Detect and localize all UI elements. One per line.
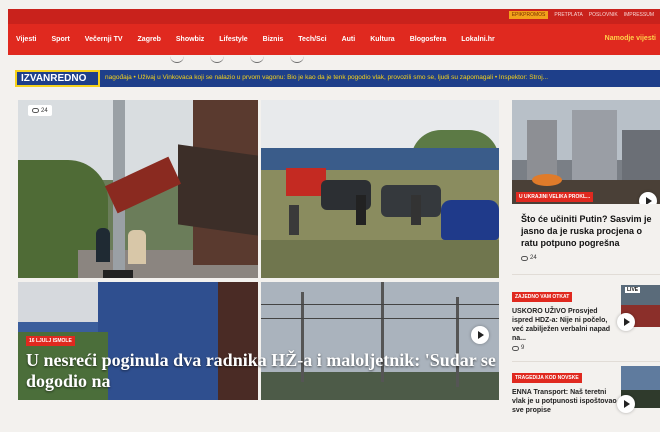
photo-ukraine-city[interactable]: U UKRAJINI VELIKA PROKL... [512,100,660,204]
nav-item-biznis[interactable]: Biznis [263,36,284,43]
comment-count-value: 24 [530,255,537,261]
divider [512,361,660,362]
sidebar-comment-count[interactable]: 24 [521,255,537,261]
comment-count-value: 9 [521,345,525,351]
nav-item-showbiz[interactable]: Showbiz [176,36,204,43]
video-play-button[interactable] [471,326,489,344]
nav-item-tech-sci[interactable]: Tech/Sci [298,36,326,43]
top-utility-bar: EPIKPROMOS PRETPLATA POSLOVNIK IMPRESSUM [8,9,660,24]
breaking-ticker[interactable]: nagođaja • Uživaj u Vinkovaca koji se na… [105,74,548,81]
decor-arc [290,55,304,63]
nav-cta[interactable]: Namodje vijesti [605,35,656,42]
decor-arc [170,55,184,63]
nav-item-blogosfera[interactable]: Blogosfera [410,36,447,43]
comment-count[interactable]: 24 [28,105,52,116]
sidebar-story[interactable]: TRAGEDIJA KOD NOVSKE ENNA Transport: Naš… [512,366,617,415]
top-link-business[interactable]: POSLOVNIK [589,12,618,18]
video-play-button[interactable] [639,192,657,204]
video-play-button[interactable] [617,395,635,413]
top-link-promo[interactable]: EPIKPROMOS [508,11,549,19]
nav-item-sport[interactable]: Sport [52,36,70,43]
main-nav: Vijesti Sport Večernji TV Zagreb Showbiz… [8,24,660,55]
nav-item-auti[interactable]: Auti [342,36,356,43]
lead-tag: 16 LJULJ ISMOLE [26,336,75,346]
divider [512,274,660,275]
comment-bubble-icon [32,108,39,113]
comment-bubble-icon [512,345,519,351]
decor-arc [250,55,264,63]
nav-item-zagreb[interactable]: Zagreb [138,36,161,43]
nav-item-vecernji-tv[interactable]: Večernji TV [85,36,123,43]
nav-item-lifestyle[interactable]: Lifestyle [219,36,247,43]
lead-headline[interactable]: U nesreći poginula dva radnika HŽ-a i ma… [26,350,496,392]
photo-crash-site[interactable] [261,100,499,278]
sidebar-main-title[interactable]: Što će učiniti Putin? Sasvim je jasno da… [521,213,658,249]
sidebar-story[interactable]: ZAJEDNO VAM OTKAT USKORO UŽIVO Prosvjed … [512,285,617,343]
sidebar-main-tag: U UKRAJINI VELIKA PROKL... [516,192,594,202]
comment-bubble-icon [521,255,528,261]
nav-item-kultura[interactable]: Kultura [370,36,395,43]
page: EPIKPROMOS PRETPLATA POSLOVNIK IMPRESSUM… [0,0,660,432]
live-badge: LIVE [625,287,641,293]
story-title[interactable]: USKORO UŽIVO Prosvjed ispred HDZ-a: Nije… [512,307,617,343]
breaking-label: IZVANREDNO [15,70,100,87]
story-tag: TRAGEDIJA KOD NOVSKE [512,373,582,383]
nav-item-lokalni[interactable]: Lokalni.hr [461,36,494,43]
story-tag: ZAJEDNO VAM OTKAT [512,292,573,302]
video-play-button[interactable] [617,313,635,331]
comment-count-value: 24 [41,107,48,114]
photo-train-wreck[interactable]: 24 [18,100,258,278]
top-link-impressum[interactable]: IMPRESSUM [624,12,654,18]
story-title[interactable]: ENNA Transport: Naš teretni vlak je u po… [512,388,617,415]
top-links: EPIKPROMOS PRETPLATA POSLOVNIK IMPRESSUM [508,11,654,19]
story-comment-count[interactable]: 9 [512,345,524,351]
top-link-subscription[interactable]: PRETPLATA [554,12,582,18]
breaking-news-bar[interactable]: IZVANREDNO nagođaja • Uživaj u Vinkovaca… [15,70,660,87]
nav-item-vijesti[interactable]: Vijesti [16,36,37,43]
decor-arc [210,55,224,63]
